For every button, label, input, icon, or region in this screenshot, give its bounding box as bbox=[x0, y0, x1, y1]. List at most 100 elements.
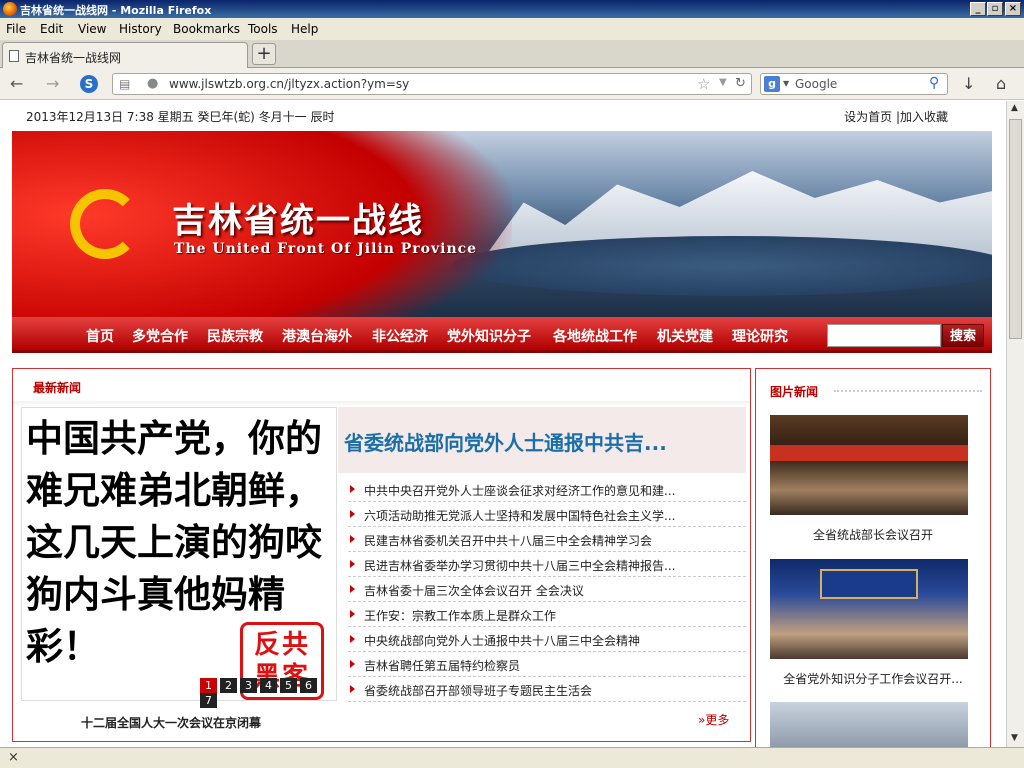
nav-multiparty[interactable]: 多党合作 bbox=[132, 326, 188, 346]
list-item[interactable]: 吉林省委十届三次全体会议召开 全会决议 bbox=[348, 577, 746, 602]
list-item-text[interactable]: 中共中央召开党外人士座谈会征求对经济工作的意见和建... bbox=[364, 482, 675, 499]
engine-dropdown-icon[interactable]: ▼ bbox=[783, 79, 789, 88]
headline-text[interactable]: 省委统战部向党外人士通报中共吉... bbox=[344, 427, 667, 456]
nav-home[interactable]: 首页 bbox=[86, 326, 114, 346]
nav-ethnic-religion[interactable]: 民族宗教 bbox=[207, 326, 263, 346]
bookmarks-icon[interactable]: ▤ bbox=[119, 77, 130, 91]
pager-2[interactable]: 2 bbox=[220, 678, 237, 693]
main-nav: 首页 多党合作 民族宗教 港澳台海外 非公经济 党外知识分子 各地统战工作 机关… bbox=[12, 317, 992, 353]
pager-5[interactable]: 5 bbox=[280, 678, 297, 693]
bullet-icon bbox=[350, 635, 355, 643]
pager-1[interactable]: 1 bbox=[200, 678, 217, 693]
top-links[interactable]: 设为首页 |加入收藏 bbox=[844, 108, 948, 125]
nav-intellectuals[interactable]: 党外知识分子 bbox=[447, 326, 531, 346]
list-item[interactable]: 六项活动助推无党派人士坚持和发展中国特色社会主义学... bbox=[348, 502, 746, 527]
vertical-scrollbar[interactable]: ▲ ▼ bbox=[1006, 101, 1024, 747]
slide-caption[interactable]: 十二届全国人大一次会议在京闭幕 bbox=[81, 714, 261, 731]
bookmark-star-icon[interactable]: ☆ bbox=[697, 75, 710, 93]
window-titlebar[interactable]: 吉林省统一战线网 - Mozilla Firefox _ ▫ × bbox=[0, 0, 1024, 18]
photo-caption-1[interactable]: 全省统战部长会议召开 bbox=[756, 526, 990, 543]
list-item-text[interactable]: 六项活动助推无党派人士坚持和发展中国特色社会主义学... bbox=[364, 507, 675, 524]
pager-6[interactable]: 6 bbox=[300, 678, 317, 693]
sync-icon[interactable]: S bbox=[80, 75, 98, 93]
bullet-icon bbox=[350, 485, 355, 493]
list-item-text[interactable]: 省委统战部召开部领导班子专题民主生活会 bbox=[364, 682, 592, 699]
nav-party-building[interactable]: 机关党建 bbox=[657, 326, 713, 346]
list-item-text[interactable]: 民进吉林省委举办学习贯彻中共十八届三中全会精神报告... bbox=[364, 557, 675, 574]
list-item-text[interactable]: 吉林省聘任第五届特约检察员 bbox=[364, 657, 520, 674]
bullet-icon bbox=[350, 560, 355, 568]
menu-history[interactable]: History bbox=[119, 22, 162, 36]
page-icon bbox=[9, 50, 19, 62]
pager-3[interactable]: 3 bbox=[240, 678, 257, 693]
tab-active[interactable]: 吉林省统一战线网 bbox=[2, 42, 248, 68]
bullet-icon bbox=[350, 660, 355, 668]
menu-edit[interactable]: Edit bbox=[40, 22, 63, 36]
list-item-text[interactable]: 民建吉林省委机关召开中共十八届三中全会精神学习会 bbox=[364, 532, 652, 549]
back-icon[interactable]: ← bbox=[10, 74, 23, 93]
site-search-button[interactable]: 搜索 bbox=[942, 324, 984, 347]
list-item[interactable]: 吉林省聘任第五届特约检察员 bbox=[348, 652, 746, 677]
pager-7[interactable]: 7 bbox=[200, 693, 217, 708]
search-placeholder[interactable]: Google bbox=[795, 77, 837, 91]
photo-caption-2[interactable]: 全省党外知识分子工作会议召开... bbox=[756, 670, 990, 687]
scroll-up-icon[interactable]: ▲ bbox=[1011, 103, 1018, 113]
scroll-thumb[interactable] bbox=[1009, 119, 1022, 339]
list-item[interactable]: 民建吉林省委机关召开中共十八届三中全会精神学习会 bbox=[348, 527, 746, 552]
banner-subtitle: The United Front Of Jilin Province bbox=[174, 241, 478, 257]
list-item[interactable]: 中共中央召开党外人士座谈会征求对经济工作的意见和建... bbox=[348, 477, 746, 502]
hammer-sickle-icon bbox=[70, 189, 140, 259]
photo-meeting-1[interactable] bbox=[770, 415, 968, 515]
list-item-text[interactable]: 中央统战部向党外人士通报中共十八届三中全会精神 bbox=[364, 632, 640, 649]
url-dropdown-icon[interactable]: ▼ bbox=[719, 77, 727, 88]
menu-bookmarks[interactable]: Bookmarks bbox=[173, 22, 240, 36]
bullet-icon bbox=[350, 610, 355, 618]
site-search-input[interactable] bbox=[827, 324, 941, 347]
url-text[interactable]: www.jlswtzb.org.cn/jltyzx.action?ym=sy bbox=[169, 77, 409, 91]
minimize-button[interactable]: _ bbox=[970, 2, 986, 16]
downloads-icon[interactable]: ↓ bbox=[962, 74, 975, 93]
nav-local-work[interactable]: 各地统战工作 bbox=[553, 326, 637, 346]
news-slideshow[interactable]: 中国共产党，你的难兄难弟北朝鲜，这几天上演的狗咬狗内斗真他妈精彩！ 反共黑客 1… bbox=[21, 407, 337, 708]
photo-news-panel: 图片新闻 全省统战部长会议召开 全省党外知识分子工作会议召开... bbox=[755, 368, 991, 747]
menu-tools[interactable]: Tools bbox=[248, 22, 278, 36]
list-item-text[interactable]: 王作安：宗教工作本质上是群众工作 bbox=[364, 607, 556, 624]
home-icon[interactable]: ⌂ bbox=[996, 74, 1006, 93]
bullet-icon bbox=[350, 585, 355, 593]
menu-help[interactable]: Help bbox=[291, 22, 318, 36]
navigation-toolbar: ← → S ▤ ● www.jlswtzb.org.cn/jltyzx.acti… bbox=[0, 68, 1024, 100]
list-item[interactable]: 中央统战部向党外人士通报中共十八届三中全会精神 bbox=[348, 627, 746, 652]
menu-view[interactable]: View bbox=[78, 22, 106, 36]
close-window-button[interactable]: × bbox=[1005, 2, 1021, 16]
photo-meeting-3[interactable] bbox=[770, 702, 968, 747]
list-item-text[interactable]: 吉林省委十届三次全体会议召开 全会决议 bbox=[364, 582, 584, 599]
search-icon[interactable]: ⚲ bbox=[929, 75, 939, 91]
new-tab-button[interactable]: + bbox=[252, 43, 276, 65]
list-item[interactable]: 省委统战部召开部领导班子专题民主生活会 bbox=[348, 677, 746, 702]
status-bar: × bbox=[0, 747, 1024, 768]
tab-bar: 吉林省统一战线网 + bbox=[0, 40, 1024, 68]
dotted-divider bbox=[834, 390, 982, 392]
scroll-down-icon[interactable]: ▼ bbox=[1011, 733, 1018, 743]
bullet-icon bbox=[350, 510, 355, 518]
more-link[interactable]: »更多 bbox=[698, 711, 729, 728]
search-bar[interactable]: g ▼ Google ⚲ bbox=[760, 73, 948, 95]
menu-file[interactable]: File bbox=[6, 22, 26, 36]
reload-icon[interactable]: ↻ bbox=[735, 76, 746, 91]
list-item[interactable]: 民进吉林省委举办学习贯彻中共十八届三中全会精神报告... bbox=[348, 552, 746, 577]
nav-private-economy[interactable]: 非公经济 bbox=[372, 326, 428, 346]
headline-block[interactable]: 省委统战部向党外人士通报中共吉... bbox=[338, 407, 746, 473]
nav-theory[interactable]: 理论研究 bbox=[732, 326, 788, 346]
url-bar[interactable]: ▤ ● www.jlswtzb.org.cn/jltyzx.action?ym=… bbox=[112, 73, 752, 95]
list-item[interactable]: 王作安：宗教工作本质上是群众工作 bbox=[348, 602, 746, 627]
google-icon[interactable]: g bbox=[764, 76, 780, 92]
window-title: 吉林省统一战线网 - Mozilla Firefox bbox=[20, 4, 212, 17]
forward-icon[interactable]: → bbox=[46, 74, 59, 93]
restore-button[interactable]: ▫ bbox=[987, 2, 1003, 16]
more-link-label[interactable]: 更多 bbox=[705, 713, 729, 727]
close-bar-icon[interactable]: × bbox=[8, 750, 19, 765]
site-identity-icon[interactable]: ● bbox=[147, 76, 158, 91]
nav-hk-macau-taiwan[interactable]: 港澳台海外 bbox=[282, 326, 352, 346]
pager-4[interactable]: 4 bbox=[260, 678, 277, 693]
photo-meeting-2[interactable] bbox=[770, 559, 968, 659]
